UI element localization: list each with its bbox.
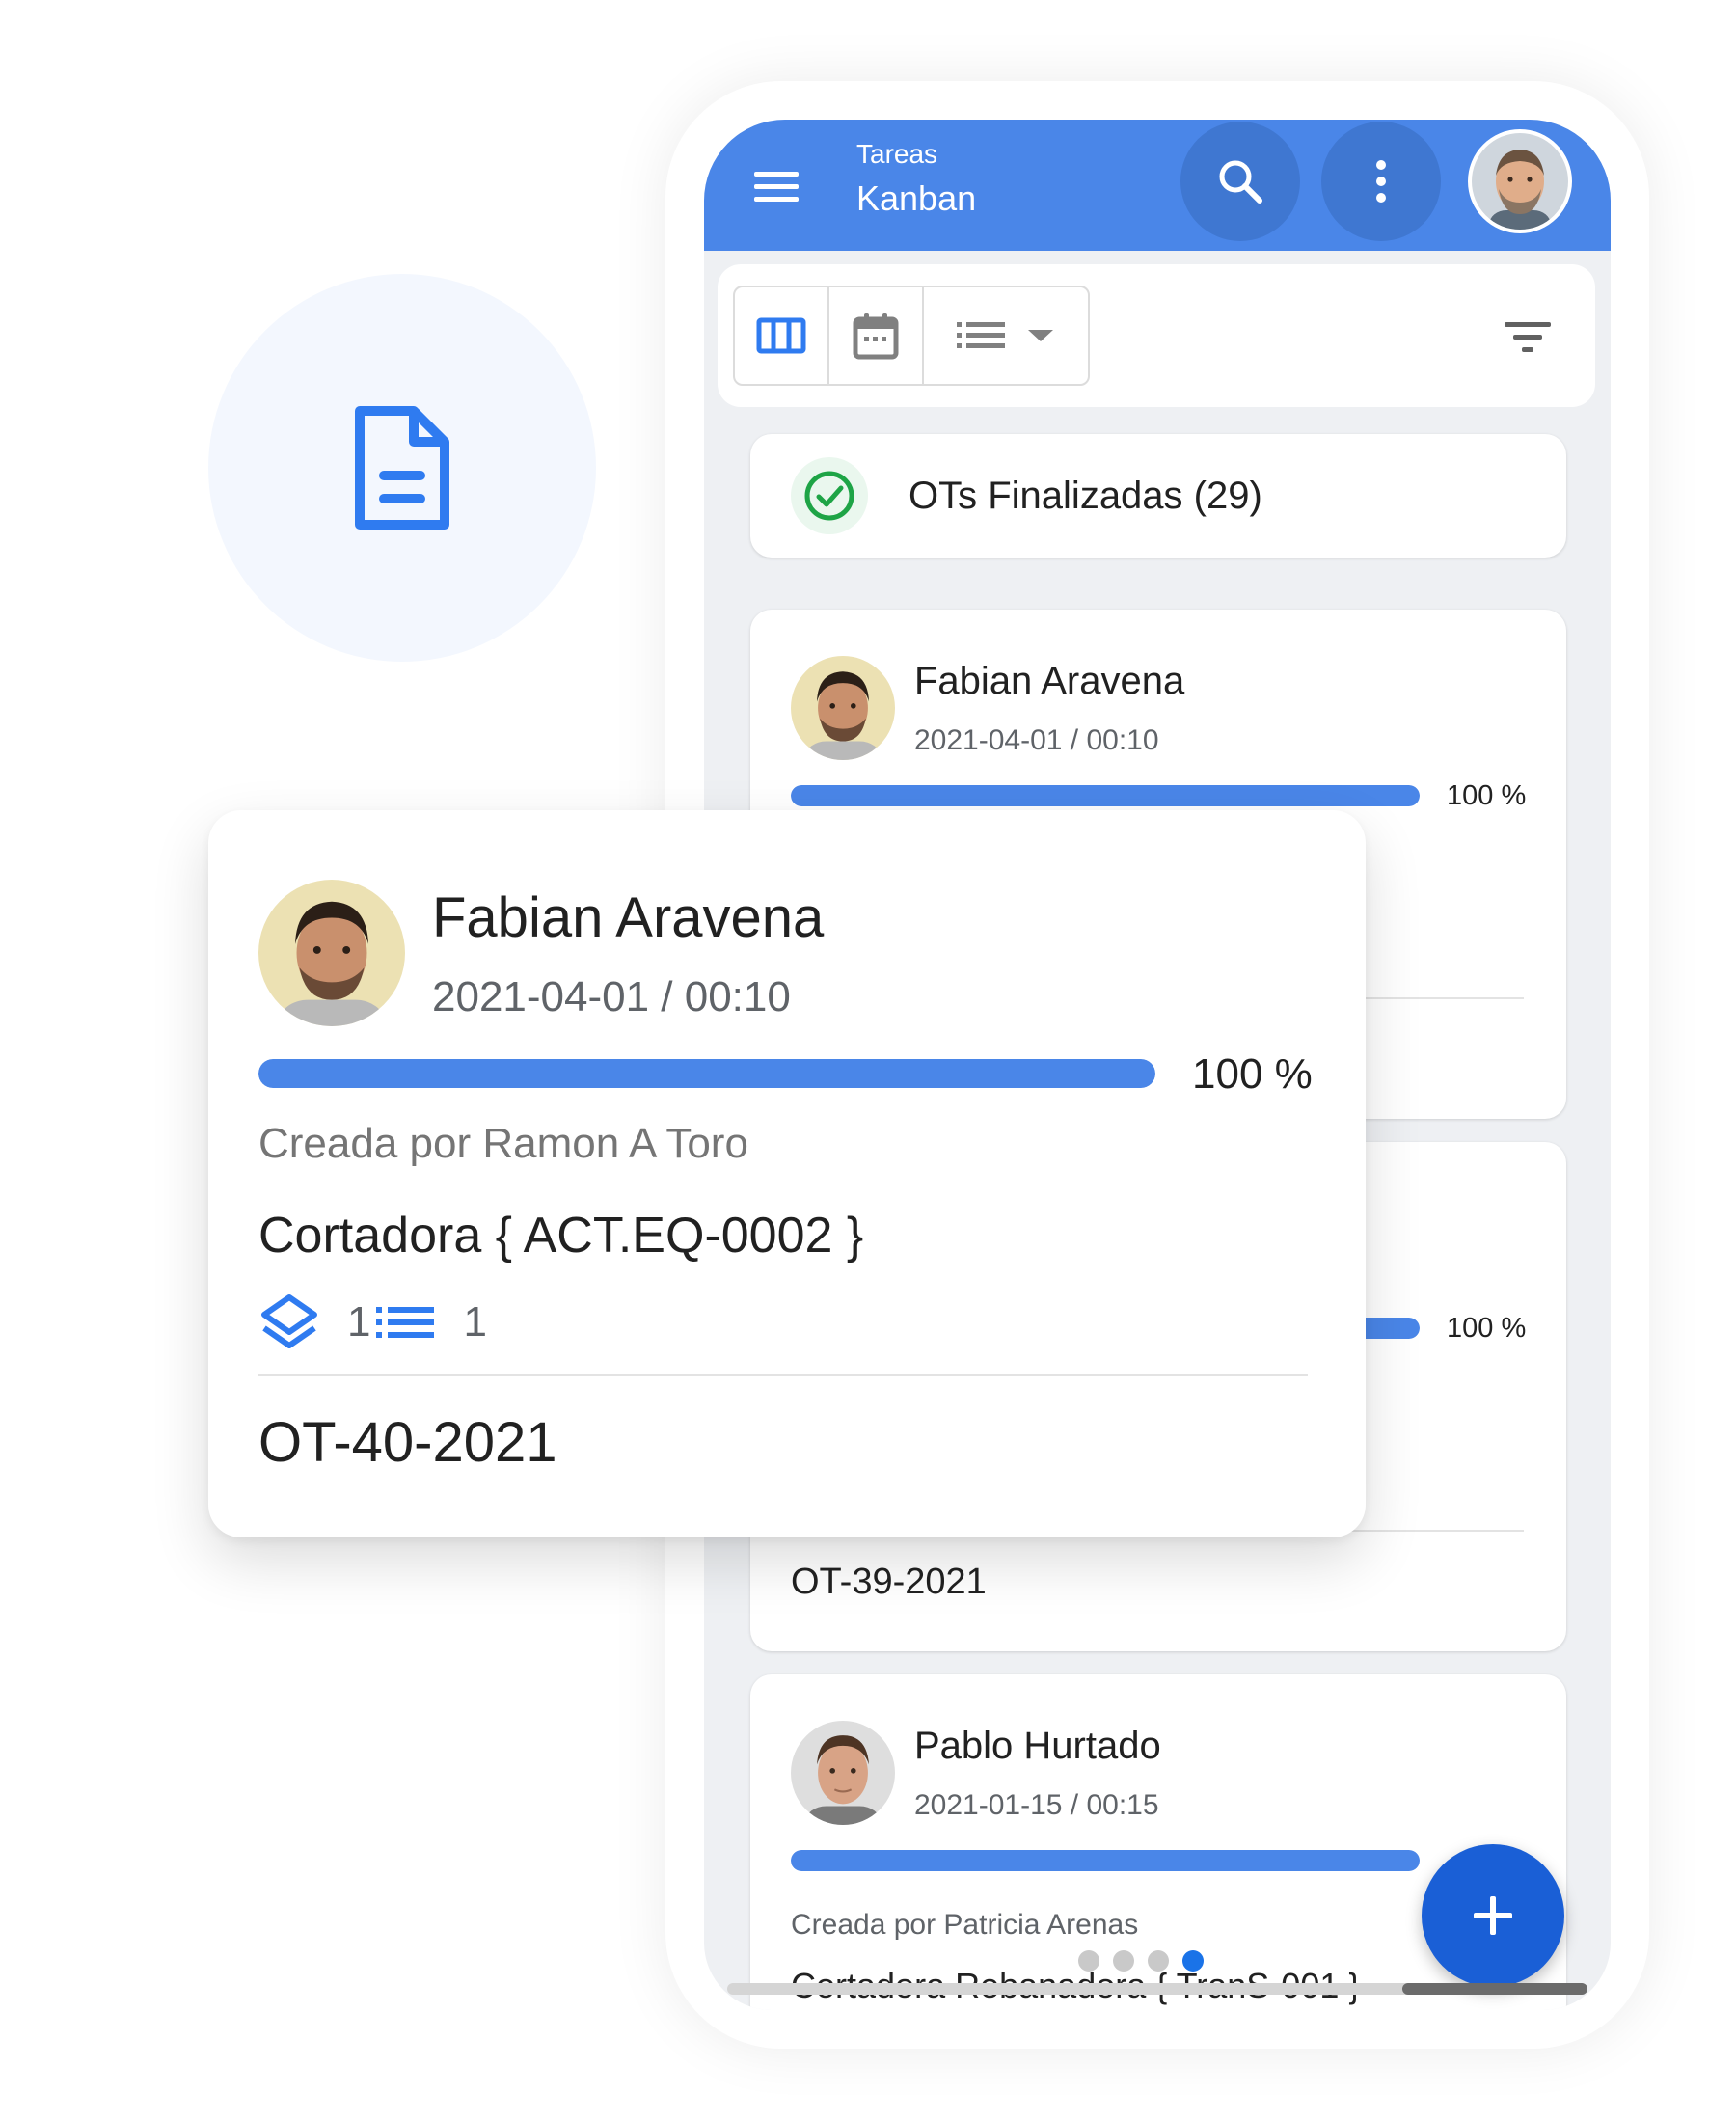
calendar-icon [853,313,899,360]
document-icon [355,406,449,530]
layers-count: 1 [347,1298,371,1346]
asset-name: Cortadora { ACT.EQ-0002 } [258,1208,864,1264]
work-order-datetime: 2021-04-01 / 00:10 [914,724,1159,756]
menu-icon [754,172,799,202]
progress-fill [258,1059,1155,1088]
check-circle-icon [804,471,854,521]
view-toolbar [718,264,1595,407]
pager-dots [1078,1950,1204,1972]
app-bar: Tareas Kanban [704,120,1611,251]
section-label: Tareas [856,139,938,169]
assignee-avatar [791,1721,895,1825]
work-order-datetime: 2021-01-15 / 00:15 [914,1789,1159,1821]
status-icon-wrap [791,457,868,534]
filter-icon [1505,322,1551,352]
pager-dot[interactable] [1113,1950,1134,1972]
progress-label: 100 % [1447,1313,1527,1344]
status-group-header[interactable]: OTs Finalizadas (29) [750,434,1566,558]
assignee-name: Fabian Aravena [914,660,1185,702]
kanban-view-button[interactable] [735,287,829,384]
layers-icon [261,1294,317,1348]
plus-icon [1474,1896,1512,1935]
pager-dot[interactable] [1148,1950,1169,1972]
pager-dot-active[interactable] [1182,1950,1204,1972]
assignee-avatar [258,880,405,1026]
view-title: Kanban [856,178,977,218]
progress-fill [791,785,1420,806]
progress-bar [258,1059,1155,1088]
add-work-order-button[interactable] [1422,1844,1564,1987]
view-switcher [733,286,1090,386]
progress-label: 100 % [1447,780,1527,811]
work-order-code: OT-40-2021 [258,1411,557,1474]
assignee-avatar [791,656,895,760]
search-icon [1219,160,1262,204]
avatar-image [791,1721,895,1825]
list-view-dropdown[interactable] [924,287,1088,384]
created-by: Creada por Patricia Arenas [791,1909,1139,1941]
progress-bar [791,1850,1420,1871]
card-meta-row: 1 1 [258,1289,487,1356]
status-group-label: OTs Finalizadas (29) [909,475,1262,517]
progress-fill [791,1850,1420,1871]
pager-dot[interactable] [1078,1950,1099,1972]
progress-bar [791,785,1420,806]
more-options-button[interactable] [1321,122,1441,241]
featured-work-order-card[interactable]: Fabian Aravena 2021-04-01 / 00:10 100 % … [208,810,1366,1537]
app-bar-titles: Tareas Kanban [856,137,976,222]
user-avatar[interactable] [1468,129,1572,233]
document-badge [208,274,596,662]
calendar-view-button[interactable] [829,287,924,384]
menu-button[interactable] [750,160,802,212]
tasks-list-icon [376,1307,435,1338]
work-order-datetime: 2021-04-01 / 00:10 [432,973,791,1020]
list-icon [957,322,1005,348]
dropdown-arrow-icon [1028,330,1053,341]
assignee-name: Pablo Hurtado [914,1725,1161,1767]
created-by: Creada por Ramon A Toro [258,1120,748,1167]
horizontal-scrollbar[interactable] [727,1983,1587,1995]
filter-button[interactable] [1499,309,1557,367]
scrollbar-thumb[interactable] [1402,1983,1587,1995]
tasks-count: 1 [463,1298,487,1346]
avatar-image [791,656,895,760]
avatar-image [258,880,405,1026]
progress-label: 100 % [1192,1050,1313,1098]
card-divider [258,1374,1308,1376]
assignee-name: Fabian Aravena [432,886,825,949]
search-button[interactable] [1180,122,1300,241]
avatar-image [1472,133,1568,230]
more-vertical-icon [1376,160,1386,203]
work-order-code: OT-39-2021 [791,1562,987,1602]
kanban-columns-icon [756,317,806,354]
